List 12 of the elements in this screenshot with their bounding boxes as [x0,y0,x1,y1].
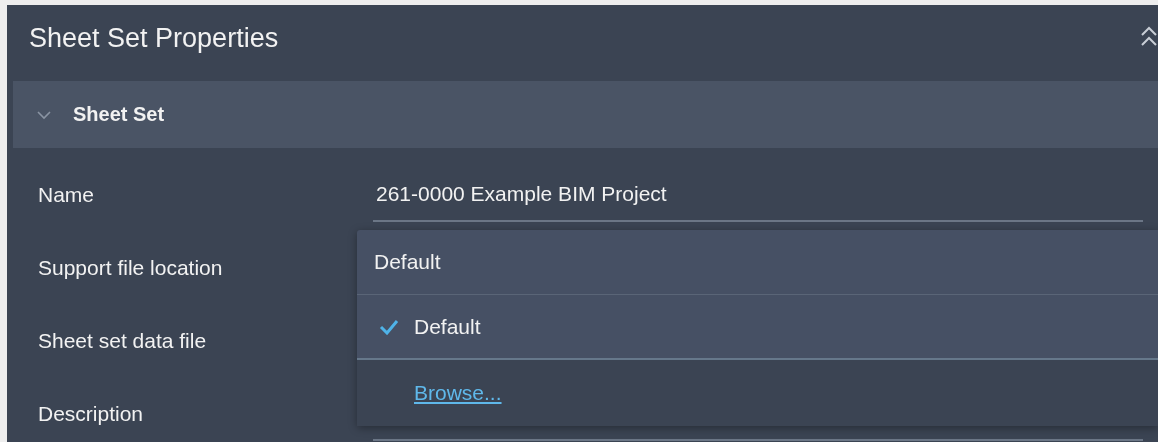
property-field[interactable]: 261-0000 Example BIM Project [373,168,1143,222]
property-label: Description [38,400,145,427]
chevron-down-icon [37,109,51,120]
property-label: Support file location [38,254,224,281]
dropdown-value[interactable]: Default [357,230,1158,295]
section-header[interactable]: Sheet Set [13,81,1158,148]
property-label: Sheet set data file [38,327,208,354]
property-label: Name [38,181,96,208]
section-title: Sheet Set [73,103,165,126]
panel-title: Sheet Set Properties [29,22,279,54]
check-icon [379,319,399,335]
browse-link[interactable]: Browse... [414,381,502,405]
